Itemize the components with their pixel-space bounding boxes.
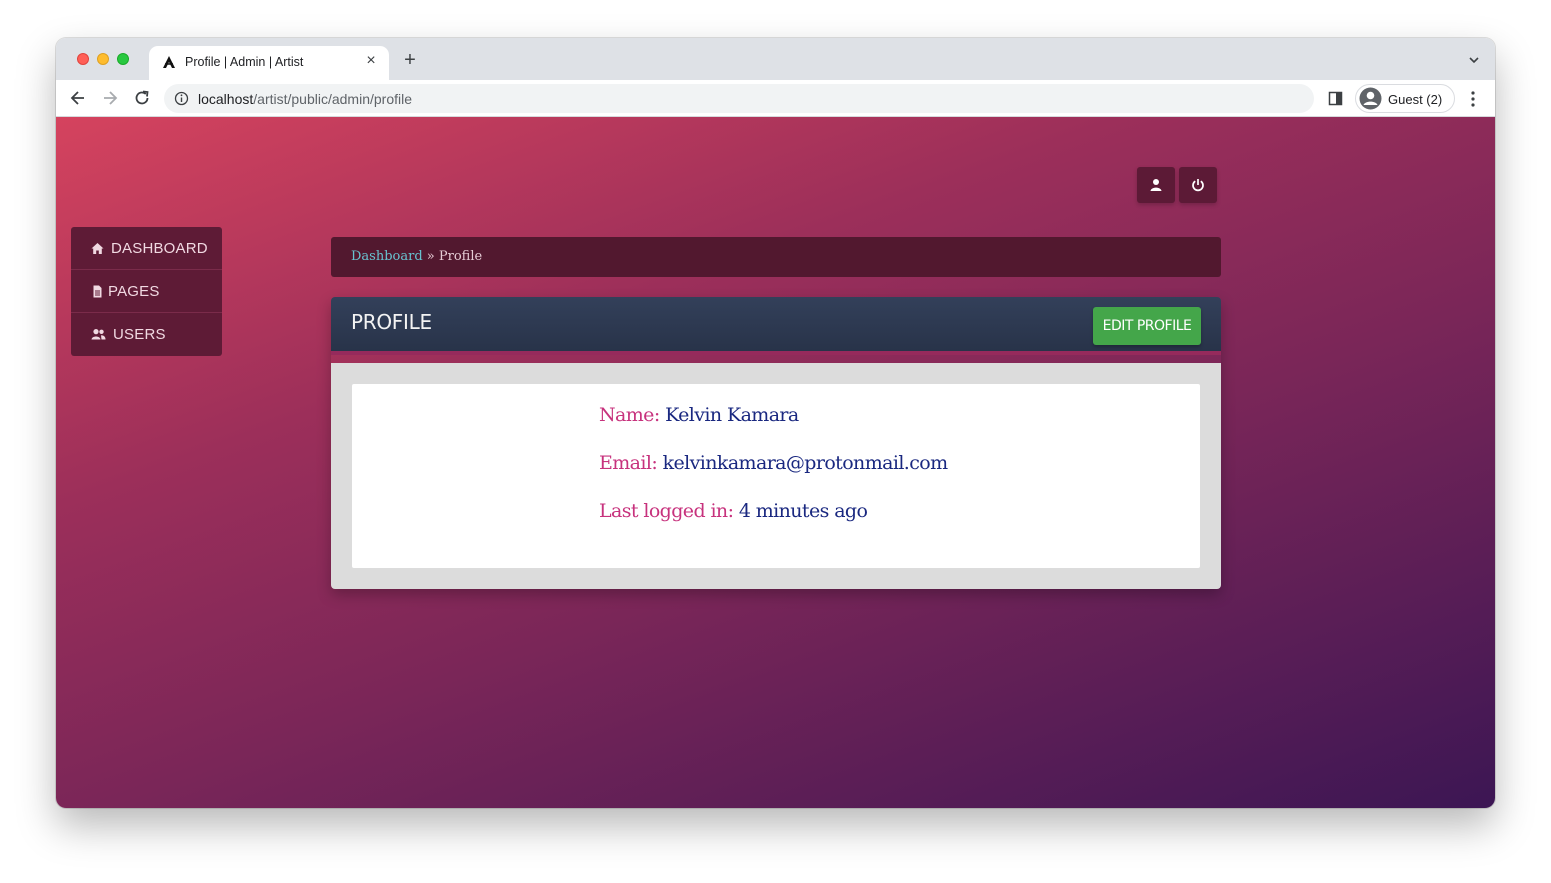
admin-page: DASHBOARD PAGES USERS Dashboard » Profil…: [56, 117, 1495, 808]
side-panel-icon[interactable]: [1328, 91, 1343, 106]
profile-name-row: Name: Kelvin Kamara: [599, 404, 799, 426]
sidebar-item-dashboard[interactable]: DASHBOARD: [71, 227, 222, 270]
sidebar-item-label: DASHBOARD: [111, 240, 208, 257]
address-bar[interactable]: localhost/artist/public/admin/profile: [164, 84, 1314, 113]
reload-icon[interactable]: [132, 88, 152, 108]
url-path: /artist/public/admin/profile: [253, 91, 413, 107]
email-label: Email:: [599, 452, 658, 474]
profile-panel: PROFILE EDIT PROFILE Name: Kelvin Kamara…: [331, 297, 1221, 589]
name-value: Kelvin Kamara: [665, 404, 799, 426]
profile-last-login-row: Last logged in: 4 minutes ago: [599, 500, 868, 522]
profile-card: Name: Kelvin Kamara Email: kelvinkamara@…: [352, 384, 1200, 568]
url-text: localhost/artist/public/admin/profile: [198, 91, 412, 107]
browser-toolbar: localhost/artist/public/admin/profile Gu…: [56, 80, 1495, 117]
tab-close-icon[interactable]: ×: [363, 53, 379, 69]
sidebar-item-pages[interactable]: PAGES: [71, 270, 222, 313]
site-info-icon[interactable]: [174, 91, 189, 106]
sidebar-item-label: PAGES: [108, 283, 160, 300]
last-login-value: 4 minutes ago: [738, 500, 868, 522]
users-icon: [91, 329, 106, 340]
panel-header: PROFILE EDIT PROFILE: [331, 297, 1221, 355]
logout-button[interactable]: [1179, 167, 1217, 203]
url-host: localhost: [198, 91, 254, 107]
profile-email-row: Email: kelvinkamara@protonmail.com: [599, 452, 948, 474]
breadcrumb: Dashboard » Profile: [331, 237, 1221, 277]
back-icon[interactable]: [68, 88, 88, 108]
panel-title: PROFILE: [351, 310, 432, 334]
last-login-label: Last logged in:: [599, 500, 734, 522]
panel-body: Name: Kelvin Kamara Email: kelvinkamara@…: [331, 363, 1221, 589]
power-icon: [1192, 179, 1204, 192]
email-value: kelvinkamara@protonmail.com: [662, 452, 949, 474]
sidebar-nav: DASHBOARD PAGES USERS: [71, 227, 222, 356]
breadcrumb-separator: »: [422, 249, 439, 264]
profile-label: Guest (2): [1388, 92, 1443, 107]
sidebar-item-users[interactable]: USERS: [71, 313, 222, 356]
new-tab-icon[interactable]: +: [401, 50, 419, 70]
tab-search-chevron-icon[interactable]: [1467, 53, 1481, 67]
profile-button[interactable]: Guest (2): [1355, 84, 1455, 113]
browser-window: Profile | Admin | Artist × + localhost/a…: [56, 38, 1495, 808]
name-label: Name:: [599, 404, 660, 426]
profile-link-button[interactable]: [1137, 167, 1175, 203]
breadcrumb-dashboard-link[interactable]: Dashboard: [351, 249, 423, 264]
home-icon: [91, 243, 104, 254]
sidebar-item-label: USERS: [113, 326, 166, 343]
site-favicon-icon: [163, 56, 175, 68]
breadcrumb-current: Profile: [438, 249, 483, 264]
document-icon: [93, 285, 102, 298]
close-window-button[interactable]: [77, 53, 89, 65]
tab-title: Profile | Admin | Artist: [185, 55, 304, 69]
forward-icon[interactable]: [100, 88, 120, 108]
user-icon: [1150, 179, 1162, 191]
minimize-window-button[interactable]: [97, 53, 109, 65]
edit-profile-button[interactable]: EDIT PROFILE: [1093, 307, 1201, 345]
tab-strip: Profile | Admin | Artist × +: [56, 38, 1495, 80]
browser-menu-icon[interactable]: [1466, 90, 1480, 108]
browser-tab-active[interactable]: Profile | Admin | Artist ×: [149, 46, 389, 80]
avatar-icon: [1359, 87, 1382, 110]
maximize-window-button[interactable]: [117, 53, 129, 65]
